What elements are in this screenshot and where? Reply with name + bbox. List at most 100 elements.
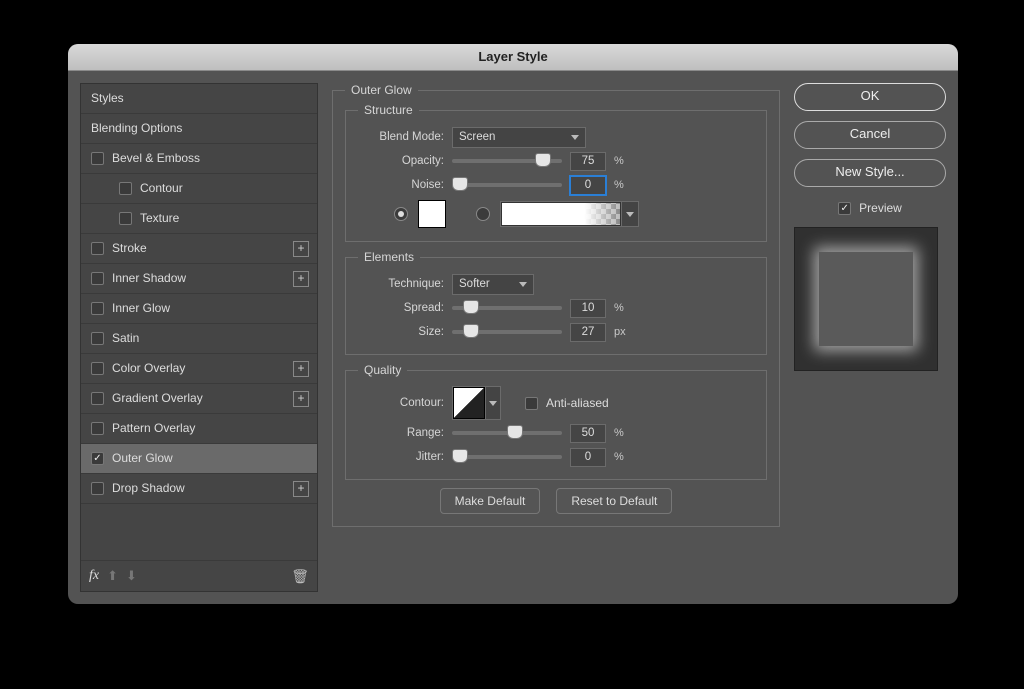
jitter-label: Jitter: — [358, 451, 444, 463]
sidebar-item-label: Texture — [140, 204, 179, 233]
move-down-icon[interactable]: ⬇ — [126, 568, 137, 584]
noise-input[interactable]: 0 — [570, 176, 606, 195]
sidebar-item-bevel-emboss[interactable]: Bevel & Emboss — [81, 144, 317, 174]
sidebar-header-blending[interactable]: Blending Options — [81, 114, 317, 144]
cancel-button[interactable]: Cancel — [794, 121, 946, 149]
jitter-input[interactable]: 0 — [570, 448, 606, 467]
sidebar-item-pattern-overlay[interactable]: Pattern Overlay — [81, 414, 317, 444]
checkbox-texture[interactable] — [119, 212, 132, 225]
size-slider[interactable] — [452, 330, 562, 334]
plus-icon[interactable]: + — [293, 361, 309, 377]
opacity-slider[interactable] — [452, 159, 562, 163]
plus-icon[interactable]: + — [293, 391, 309, 407]
opacity-label: Opacity: — [358, 155, 444, 167]
plus-icon[interactable]: + — [293, 481, 309, 497]
sidebar-item-texture[interactable]: Texture — [81, 204, 317, 234]
sidebar-item-label: Pattern Overlay — [112, 414, 195, 443]
sidebar-item-gradient-overlay[interactable]: Gradient Overlay + — [81, 384, 317, 414]
opacity-input[interactable]: 75 — [570, 152, 606, 171]
spread-label: Spread: — [358, 302, 444, 314]
technique-label: Technique: — [358, 278, 444, 290]
glow-gradient-radio[interactable] — [476, 207, 490, 221]
checkbox-bevel-emboss[interactable] — [91, 152, 104, 165]
size-label: Size: — [358, 326, 444, 338]
spread-unit: % — [614, 302, 630, 314]
checkbox-pattern-overlay[interactable] — [91, 422, 104, 435]
sidebar-item-label: Gradient Overlay — [112, 384, 203, 413]
spread-slider[interactable] — [452, 306, 562, 310]
sidebar-header-styles[interactable]: Styles — [81, 84, 317, 114]
chevron-down-icon[interactable] — [485, 387, 500, 419]
reset-default-button[interactable]: Reset to Default — [556, 488, 672, 514]
technique-select[interactable]: Softer — [452, 274, 534, 295]
spread-input[interactable]: 10 — [570, 299, 606, 318]
sidebar-item-label: Drop Shadow — [112, 474, 185, 503]
dialog-body: Styles Blending Options Bevel & Emboss C… — [68, 71, 958, 604]
structure-group: Structure Blend Mode: Screen Opacity: 75… — [345, 103, 767, 242]
checkbox-drop-shadow[interactable] — [91, 482, 104, 495]
noise-unit: % — [614, 179, 630, 191]
quality-group: Quality Contour: Anti-aliased Range: — [345, 363, 767, 480]
elements-legend: Elements — [358, 250, 420, 264]
sidebar-item-label: Stroke — [112, 234, 147, 263]
quality-legend: Quality — [358, 363, 407, 377]
sidebar-item-label: Satin — [112, 324, 139, 353]
plus-icon[interactable]: + — [293, 271, 309, 287]
glow-gradient-picker[interactable] — [500, 201, 639, 227]
checkbox-inner-shadow[interactable] — [91, 272, 104, 285]
sidebar-item-outer-glow[interactable]: Outer Glow — [81, 444, 317, 474]
make-default-button[interactable]: Make Default — [440, 488, 541, 514]
sidebar-item-label: Color Overlay — [112, 354, 185, 383]
sidebar-item-inner-shadow[interactable]: Inner Shadow + — [81, 264, 317, 294]
sidebar-item-color-overlay[interactable]: Color Overlay + — [81, 354, 317, 384]
checkbox-gradient-overlay[interactable] — [91, 392, 104, 405]
glow-color-radio[interactable] — [394, 207, 408, 221]
blend-mode-label: Blend Mode: — [358, 131, 444, 143]
antialias-label: Anti-aliased — [546, 396, 609, 410]
noise-slider[interactable] — [452, 183, 562, 187]
sidebar-item-label: Contour — [140, 174, 183, 203]
sidebar-item-contour[interactable]: Contour — [81, 174, 317, 204]
glow-color-swatch[interactable] — [418, 200, 446, 228]
checkbox-stroke[interactable] — [91, 242, 104, 255]
range-input[interactable]: 50 — [570, 424, 606, 443]
plus-icon[interactable]: + — [293, 241, 309, 257]
outer-glow-group: Outer Glow Structure Blend Mode: Screen … — [332, 83, 780, 527]
antialias-checkbox[interactable] — [525, 397, 538, 410]
size-unit: px — [614, 326, 630, 338]
elements-group: Elements Technique: Softer Spread: 10 % … — [345, 250, 767, 355]
layer-style-dialog: Layer Style Styles Blending Options Beve… — [68, 44, 958, 604]
move-up-icon[interactable]: ⬆ — [107, 568, 118, 584]
structure-legend: Structure — [358, 103, 419, 117]
window-title: Layer Style — [68, 44, 958, 71]
checkbox-outer-glow[interactable] — [91, 452, 104, 465]
sidebar-item-satin[interactable]: Satin — [81, 324, 317, 354]
preview-checkbox[interactable] — [838, 202, 851, 215]
chevron-down-icon[interactable] — [621, 202, 638, 226]
sidebar-item-stroke[interactable]: Stroke + — [81, 234, 317, 264]
settings-panel: Outer Glow Structure Blend Mode: Screen … — [332, 83, 780, 592]
size-input[interactable]: 27 — [570, 323, 606, 342]
checkbox-color-overlay[interactable] — [91, 362, 104, 375]
jitter-slider[interactable] — [452, 455, 562, 459]
sidebar-footer: fx ⬆ ⬇ 🗑 — [81, 560, 317, 591]
contour-picker[interactable] — [452, 386, 501, 420]
jitter-unit: % — [614, 451, 630, 463]
opacity-unit: % — [614, 155, 630, 167]
range-unit: % — [614, 427, 630, 439]
blend-mode-select[interactable]: Screen — [452, 127, 586, 148]
sidebar-item-label: Inner Glow — [112, 294, 170, 323]
fx-menu-icon[interactable]: fx — [89, 568, 99, 584]
new-style-button[interactable]: New Style... — [794, 159, 946, 187]
ok-button[interactable]: OK — [794, 83, 946, 111]
sidebar-item-inner-glow[interactable]: Inner Glow — [81, 294, 317, 324]
trash-icon[interactable]: 🗑 — [291, 568, 309, 585]
gradient-swatch[interactable] — [501, 202, 621, 226]
range-label: Range: — [358, 427, 444, 439]
sidebar-item-drop-shadow[interactable]: Drop Shadow + — [81, 474, 317, 504]
range-slider[interactable] — [452, 431, 562, 435]
contour-thumbnail[interactable] — [453, 387, 485, 419]
checkbox-satin[interactable] — [91, 332, 104, 345]
checkbox-inner-glow[interactable] — [91, 302, 104, 315]
checkbox-contour[interactable] — [119, 182, 132, 195]
